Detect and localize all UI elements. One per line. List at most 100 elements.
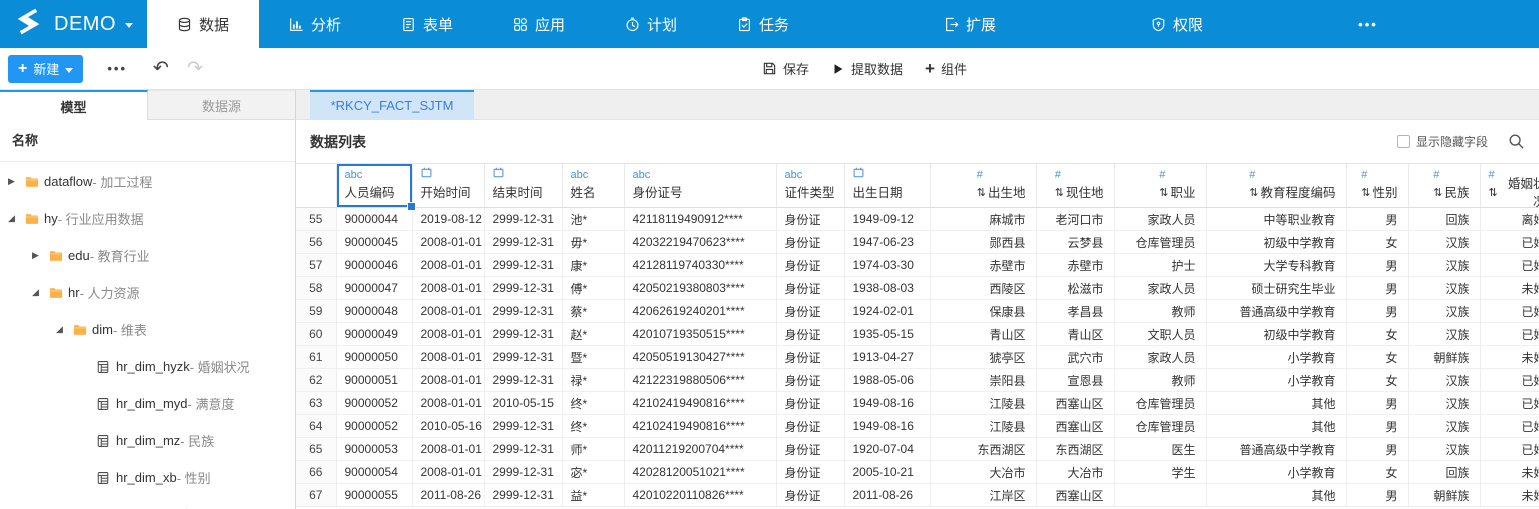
table-cell[interactable]: 未婚 (1480, 345, 1539, 369)
column-header-民族[interactable]: # ⇅ 民族 (1408, 163, 1481, 208)
table-cell[interactable]: 90000050 (336, 345, 413, 369)
column-header-开始时间[interactable]: 开始时间 (412, 163, 485, 208)
table-cell[interactable]: 身份证 (776, 368, 845, 392)
table-cell[interactable]: 42062619240201**** (624, 299, 777, 323)
table-cell[interactable]: 小学教育 (1206, 460, 1347, 484)
table-cell[interactable]: 身份证 (776, 460, 845, 484)
table-cell[interactable]: 身份证 (776, 391, 845, 415)
nav-tab-task[interactable]: 任务 (707, 0, 819, 48)
table-cell[interactable]: 2999-12-31 (484, 207, 563, 231)
table-cell[interactable]: 汉族 (1408, 368, 1481, 392)
table-cell[interactable]: 2999-12-31 (484, 299, 563, 323)
row-number-cell[interactable]: 62 (296, 368, 337, 392)
table-cell[interactable]: 小学教育 (1206, 345, 1347, 369)
table-cell[interactable]: 东西湖区 (1036, 437, 1115, 461)
table-cell[interactable]: 42102419490816**** (624, 391, 777, 415)
table-cell[interactable]: 回族 (1408, 207, 1481, 231)
table-cell[interactable]: 西陵区 (930, 276, 1037, 300)
table-cell[interactable]: 42118119490912**** (624, 207, 777, 231)
sidebar-tab-datasource[interactable]: 数据源 (148, 90, 295, 120)
table-cell[interactable]: 松滋市 (1036, 276, 1115, 300)
tree-item-hr_dim_xb[interactable]: hr_dim_xb - 性别 (0, 459, 295, 496)
table-cell[interactable]: 家政人员 (1114, 207, 1207, 231)
column-header-rownum[interactable] (296, 163, 337, 208)
column-header-证件类型[interactable]: abc 证件类型 (776, 163, 845, 208)
sidebar-tab-model[interactable]: 模型 (0, 90, 148, 120)
table-cell[interactable]: 42028120051021**** (624, 460, 777, 484)
component-button[interactable]: + 组件 (925, 59, 967, 78)
table-cell[interactable]: 女 (1346, 322, 1409, 346)
table-cell[interactable]: 2008-01-01 (412, 368, 485, 392)
tree-item-hr_dim_hyzk[interactable]: hr_dim_hyzk - 婚姻状况 (0, 348, 295, 385)
table-cell[interactable]: 仓库管理员 (1114, 414, 1207, 438)
table-cell[interactable]: 90000052 (336, 414, 413, 438)
table-cell[interactable]: 身份证 (776, 299, 845, 323)
table-cell[interactable]: 池* (562, 207, 625, 231)
table-cell[interactable]: 江陵县 (930, 391, 1037, 415)
table-cell[interactable]: 2008-01-01 (412, 322, 485, 346)
table-cell[interactable]: 初级中学教育 (1206, 230, 1347, 254)
table-cell[interactable]: 朝鲜族 (1408, 483, 1481, 507)
table-cell[interactable]: 90000046 (336, 253, 413, 277)
table-cell[interactable]: 毋* (562, 230, 625, 254)
tree-item-dataflow[interactable]: ▶ dataflow - 加工过程 (0, 163, 295, 200)
table-cell[interactable]: 90000049 (336, 322, 413, 346)
table-cell[interactable]: 2008-01-01 (412, 460, 485, 484)
table-cell[interactable]: 90000047 (336, 276, 413, 300)
row-number-cell[interactable]: 67 (296, 483, 337, 507)
nav-tab-permission[interactable]: 权限 (1121, 0, 1233, 48)
table-cell[interactable]: 普通高级中学教育 (1206, 437, 1347, 461)
table-cell[interactable]: 1913-04-27 (844, 345, 931, 369)
nav-tab-app[interactable]: 应用 (483, 0, 595, 48)
row-number-cell[interactable]: 59 (296, 299, 337, 323)
table-cell[interactable]: 90000044 (336, 207, 413, 231)
table-cell[interactable]: 小学教育 (1206, 368, 1347, 392)
column-header-结束时间[interactable]: 结束时间 (484, 163, 563, 208)
row-number-cell[interactable]: 64 (296, 414, 337, 438)
table-cell[interactable]: 男 (1346, 299, 1409, 323)
tree-expanded-icon[interactable]: ◢ (32, 287, 48, 298)
tree-item-hy[interactable]: ◢ hy - 行业应用数据 (0, 200, 295, 237)
table-cell[interactable]: 教师 (1114, 299, 1207, 323)
table-cell[interactable]: 麻城市 (930, 207, 1037, 231)
table-cell[interactable]: 云梦县 (1036, 230, 1115, 254)
table-cell[interactable]: 东西湖区 (930, 437, 1037, 461)
nav-tab-form[interactable]: 表单 (371, 0, 483, 48)
table-cell[interactable]: 回族 (1408, 460, 1481, 484)
column-header-职业[interactable]: # ⇅ 职业 (1114, 163, 1207, 208)
tree-collapsed-icon[interactable]: ▶ (8, 176, 24, 187)
table-cell[interactable]: 女 (1346, 460, 1409, 484)
table-cell[interactable]: 终* (562, 391, 625, 415)
table-cell[interactable]: 已婚 (1480, 230, 1539, 254)
row-number-cell[interactable]: 56 (296, 230, 337, 254)
table-cell[interactable]: 男 (1346, 437, 1409, 461)
table-cell[interactable]: 2999-12-31 (484, 368, 563, 392)
table-cell[interactable]: 益* (562, 483, 625, 507)
table-cell[interactable]: 2999-12-31 (484, 276, 563, 300)
table-cell[interactable]: 未婚 (1480, 276, 1539, 300)
table-cell[interactable]: 西塞山区 (1036, 483, 1115, 507)
tree-item-dim[interactable]: ◢ dim - 维表 (0, 311, 295, 348)
column-header-性别[interactable]: # ⇅ 性别 (1346, 163, 1409, 208)
table-cell[interactable]: 42102419490816**** (624, 414, 777, 438)
row-number-cell[interactable]: 58 (296, 276, 337, 300)
table-cell[interactable]: 2008-01-01 (412, 276, 485, 300)
redo-button[interactable]: ↷ (187, 59, 203, 78)
table-cell[interactable]: 42128119740330**** (624, 253, 777, 277)
table-cell[interactable]: 2010-05-16 (412, 414, 485, 438)
table-cell[interactable]: 西塞山区 (1036, 414, 1115, 438)
table-cell[interactable]: 仓库管理员 (1114, 391, 1207, 415)
table-cell[interactable]: 朝鲜族 (1408, 345, 1481, 369)
table-cell[interactable]: 汉族 (1408, 276, 1481, 300)
table-cell[interactable]: 2008-01-01 (412, 391, 485, 415)
table-cell[interactable]: 1938-08-03 (844, 276, 931, 300)
table-cell[interactable]: 家政人员 (1114, 276, 1207, 300)
table-cell[interactable]: 护士 (1114, 253, 1207, 277)
tree-expanded-icon[interactable]: ◢ (8, 213, 24, 224)
table-cell[interactable]: 身份证 (776, 207, 845, 231)
table-cell[interactable]: 2010-05-15 (484, 391, 563, 415)
table-cell[interactable]: 男 (1346, 253, 1409, 277)
table-cell[interactable]: 已婚 (1480, 414, 1539, 438)
row-number-cell[interactable]: 66 (296, 460, 337, 484)
table-cell[interactable]: 已婚 (1480, 299, 1539, 323)
